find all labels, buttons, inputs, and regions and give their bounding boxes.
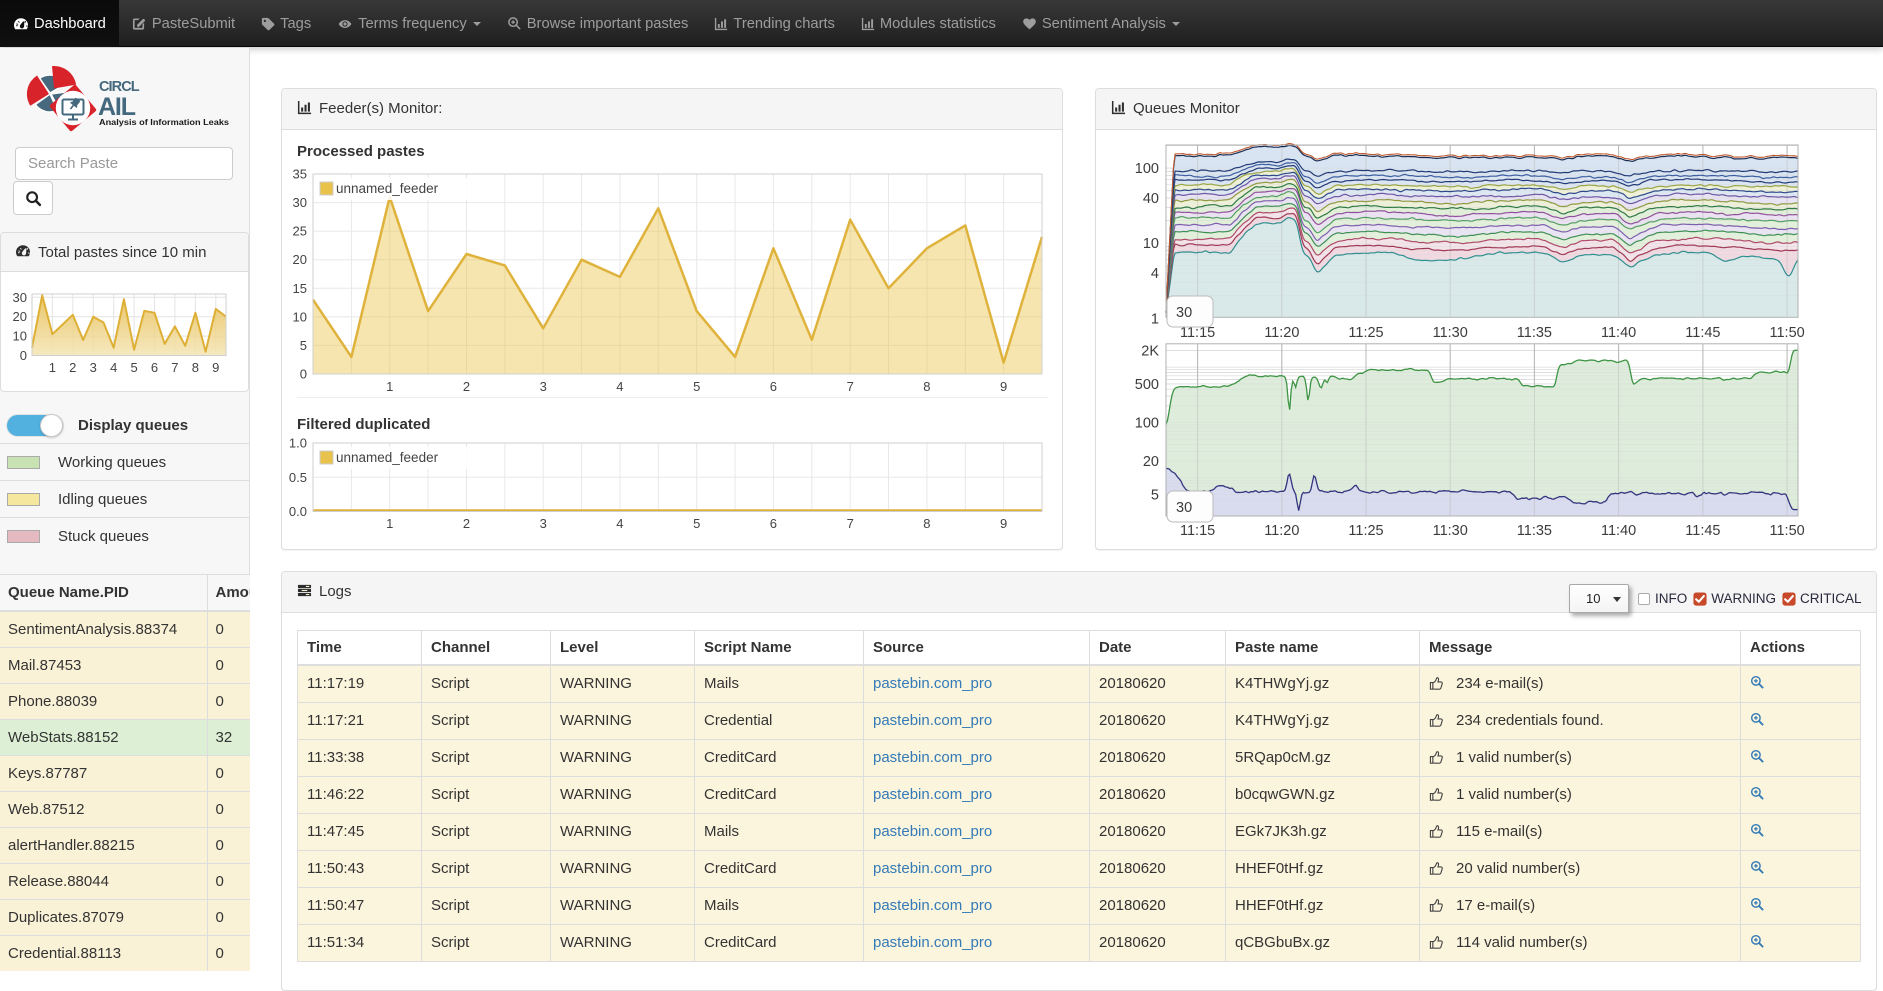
svg-text:30: 30 [13,290,27,305]
svg-text:11:35: 11:35 [1517,325,1552,341]
svg-text:11:30: 11:30 [1433,325,1468,341]
svg-text:1: 1 [386,379,393,394]
svg-text:1.0: 1.0 [289,436,307,451]
svg-text:0: 0 [20,348,27,363]
svg-text:8: 8 [192,360,199,375]
svg-text:0.0: 0.0 [289,504,307,519]
svg-text:9: 9 [212,360,219,375]
svg-text:20: 20 [293,252,307,267]
svg-text:2: 2 [463,379,470,394]
svg-text:1: 1 [49,360,56,375]
svg-text:4: 4 [1151,266,1159,282]
svg-text:11:50: 11:50 [1769,523,1804,539]
svg-text:2K: 2K [1141,344,1159,360]
svg-text:Analysis of Information Leaks: Analysis of Information Leaks [99,117,229,127]
svg-text:10: 10 [293,309,307,324]
svg-text:40: 40 [1143,191,1159,207]
svg-text:11:30: 11:30 [1433,523,1468,539]
svg-text:3: 3 [540,516,547,531]
svg-text:2: 2 [463,516,470,531]
svg-text:15: 15 [293,281,307,296]
svg-text:25: 25 [293,224,307,239]
svg-text:30: 30 [293,195,307,210]
svg-text:11:40: 11:40 [1601,523,1636,539]
svg-text:3: 3 [540,379,547,394]
svg-text:11:45: 11:45 [1685,325,1720,341]
svg-text:4: 4 [616,516,623,531]
svg-text:20: 20 [13,309,27,324]
svg-text:6: 6 [770,516,777,531]
svg-text:8: 8 [923,379,930,394]
svg-text:9: 9 [1000,379,1007,394]
svg-text:7: 7 [847,516,854,531]
svg-text:unnamed_feeder: unnamed_feeder [336,450,439,465]
svg-text:30: 30 [1176,305,1192,321]
svg-text:500: 500 [1135,377,1159,393]
svg-text:100: 100 [1135,161,1159,177]
svg-text:100: 100 [1135,416,1159,432]
svg-text:6: 6 [770,379,777,394]
svg-text:3: 3 [90,360,97,375]
svg-text:4: 4 [110,360,117,375]
svg-text:11:45: 11:45 [1685,523,1720,539]
svg-text:5: 5 [1151,487,1159,503]
svg-text:11:25: 11:25 [1348,523,1383,539]
svg-text:30: 30 [1176,500,1192,516]
svg-text:11:15: 11:15 [1180,523,1215,539]
svg-text:11:50: 11:50 [1769,325,1804,341]
svg-text:10: 10 [13,329,27,344]
svg-text:11:35: 11:35 [1517,523,1552,539]
svg-text:1: 1 [1151,311,1159,327]
svg-text:11:20: 11:20 [1264,325,1299,341]
svg-text:0: 0 [300,367,307,382]
svg-text:4: 4 [616,379,623,394]
svg-text:7: 7 [171,360,178,375]
svg-text:0.5: 0.5 [289,470,307,485]
svg-text:5: 5 [693,516,700,531]
svg-text:5: 5 [300,338,307,353]
svg-text:unnamed_feeder: unnamed_feeder [336,181,439,196]
svg-text:5: 5 [693,379,700,394]
svg-text:8: 8 [923,516,930,531]
svg-text:5: 5 [130,360,137,375]
svg-text:6: 6 [151,360,158,375]
svg-text:9: 9 [1000,516,1007,531]
svg-text:7: 7 [847,379,854,394]
svg-text:20: 20 [1143,454,1159,470]
svg-text:11:20: 11:20 [1264,523,1299,539]
svg-text:2: 2 [69,360,76,375]
svg-text:11:25: 11:25 [1348,325,1383,341]
svg-text:10: 10 [1143,236,1159,252]
svg-text:11:40: 11:40 [1601,325,1636,341]
svg-text:1: 1 [386,516,393,531]
svg-text:35: 35 [293,167,307,182]
